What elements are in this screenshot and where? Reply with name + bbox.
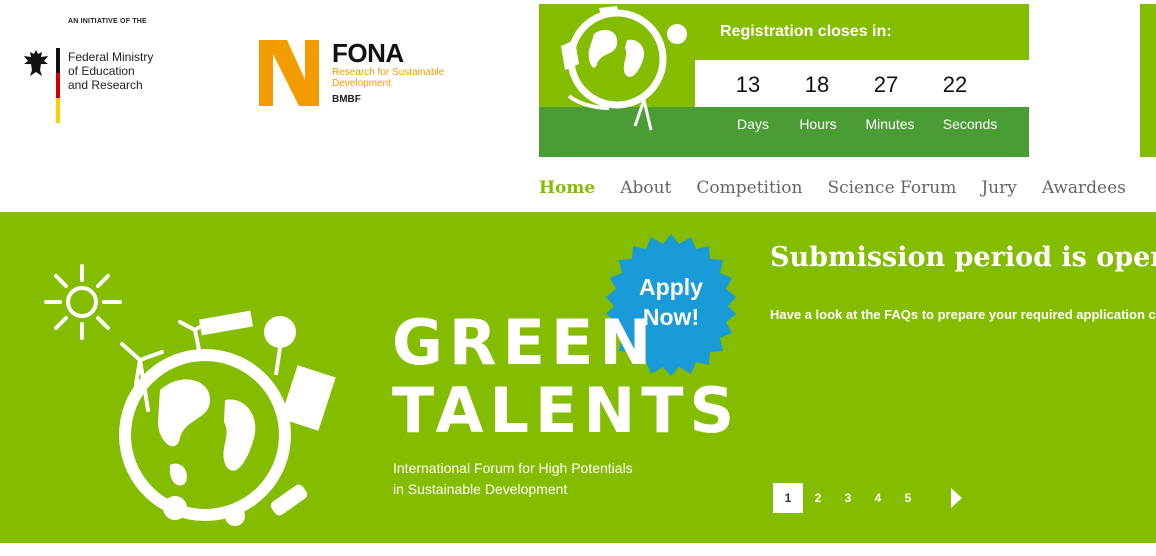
slide-page-3[interactable]: 3: [833, 483, 863, 513]
countdown-days-value: 13: [735, 72, 761, 97]
green-talents-logo-line1: GREEN: [392, 306, 658, 379]
countdown-seconds-value: 22: [942, 72, 968, 97]
nav-science-forum[interactable]: Science Forum: [827, 178, 956, 204]
slide-page-2[interactable]: 2: [803, 483, 833, 513]
green-talents-tagline: International Forum for High Potentials …: [393, 460, 633, 497]
fona-mark-icon: [259, 40, 319, 106]
countdown-seconds-unit: Seconds: [942, 116, 998, 132]
side-panel-edge[interactable]: [1140, 4, 1156, 157]
fona-subtitle: Research for Sustainable Development: [332, 67, 445, 89]
countdown-minutes-value: 27: [873, 72, 899, 97]
countdown-days-unit: Days: [737, 116, 769, 132]
nav-home[interactable]: Home: [539, 178, 595, 204]
slide-description: Have a look at the FAQs to prepare your …: [770, 307, 1156, 322]
initiative-label: AN INITIATIVE OF THE: [68, 18, 147, 25]
hero-slider: Apply Now! GREEN TALENTS International F…: [0, 212, 1156, 543]
federal-eagle-icon: [24, 50, 48, 76]
countdown-hours-value: 18: [804, 72, 830, 97]
nav-jury[interactable]: Jury: [981, 178, 1017, 204]
slide-page-4[interactable]: 4: [863, 483, 893, 513]
earth-sustainability-illustration-icon: [44, 264, 336, 526]
slide-page-1[interactable]: 1: [773, 483, 803, 513]
nav-awardees[interactable]: Awardees: [1042, 178, 1126, 204]
nav-competition[interactable]: Competition: [696, 178, 802, 204]
ministry-name: Federal Ministry of Education and Resear…: [68, 50, 154, 92]
countdown-hours-unit: Hours: [799, 116, 837, 132]
globe-illustration-icon: [561, 6, 687, 131]
slider-pagination: 1 2 3 4 5: [773, 483, 962, 513]
slide-page-5[interactable]: 5: [893, 483, 923, 513]
countdown-label: Registration closes in:: [720, 23, 892, 40]
slide-headline: Submission period is open: [770, 242, 1156, 273]
fona-org: BMBF: [332, 94, 361, 105]
green-talents-logo-line2: TALENTS: [392, 374, 741, 447]
main-nav: Home About Competition Science Forum Jur…: [539, 178, 1151, 204]
page: AN INITIATIVE OF THE Federal Ministry of…: [0, 0, 1156, 556]
registration-countdown: Registration closes in: 13 18 27 22 Days…: [539, 4, 1029, 157]
next-slide-arrow-icon[interactable]: [951, 488, 962, 508]
german-flag-bar: [56, 48, 60, 123]
countdown-minutes-unit: Minutes: [865, 116, 915, 132]
nav-about[interactable]: About: [620, 178, 671, 204]
fona-title: FONA: [332, 38, 404, 68]
